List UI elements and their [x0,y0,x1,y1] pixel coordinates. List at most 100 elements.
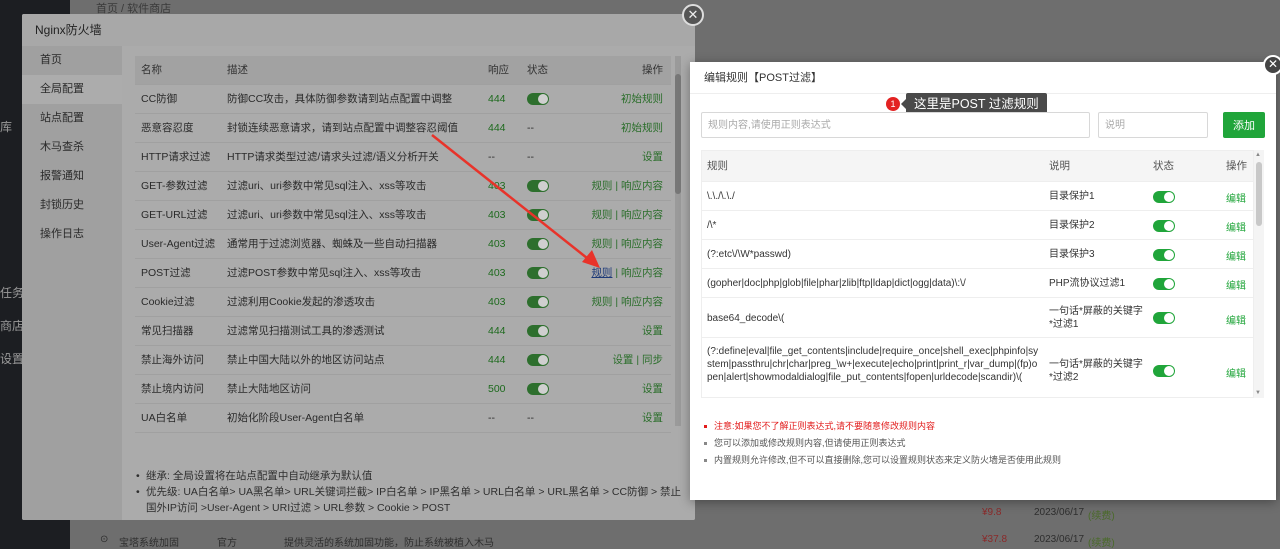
firewall-modal: Nginx防火墙 首页 全局配置 站点配置 木马查杀 报警通知 封锁历史 操作日… [22,14,695,520]
table-row: GET-参数过滤 过滤uri、uri参数中常见sql注入、xss等攻击 403 规则 … [135,172,671,201]
tab-site-config[interactable]: 站点配置 [22,104,122,133]
response-content-link[interactable]: | 响应内容 [612,267,663,279]
tab-trojan-scan[interactable]: 木马查杀 [22,133,122,162]
table-row: User-Agent过滤 通常用于过滤浏览器、蜘蛛及一些自动扫描器 403 规则 | … [135,230,671,259]
status-toggle[interactable] [527,325,549,337]
note-item: 继承: 全局设置将在站点配置中自动继承为默认值 [136,468,685,484]
rule-desc: 过滤uri、uri参数中常见sql注入、xss等攻击 [227,209,427,221]
rule-description: 目录保护2 [1049,220,1095,231]
table-row: (gopher|doc|php|glob|file|phar|zlib|ftp|… [702,268,1253,297]
rule-desc: HTTP请求类型过滤/请求头过滤/语义分析开关 [227,151,439,163]
edit-rule-close-icon[interactable]: ✕ [1263,55,1280,75]
response-code: -- [488,151,495,163]
status-toggle[interactable] [1153,248,1175,261]
tab-block-history[interactable]: 封锁历史 [22,191,122,220]
tab-home[interactable]: 首页 [22,46,122,75]
renew-link[interactable]: (续费) [1088,534,1115,549]
status-toggle[interactable] [1153,312,1175,324]
row-actions[interactable]: 规则 | 响应内容 [591,230,663,259]
row-actions[interactable]: 设置 [642,143,663,172]
status-toggle[interactable] [527,93,549,105]
response-code: 403 [488,209,506,221]
tab-alerts[interactable]: 报警通知 [22,162,122,191]
edit-link[interactable]: 编辑 [1226,190,1246,205]
table-scrollbar[interactable] [675,56,681,426]
rule-input[interactable] [701,112,1090,138]
table-row: (?:define|eval|file_get_contents|include… [702,337,1253,397]
row-actions[interactable]: 初始规则 [621,85,663,114]
rule-name: 常见扫描器 [141,325,194,337]
rule-name: User-Agent过滤 [141,238,216,250]
breadcrumb: 首页 / 软件商店 [96,3,172,15]
col-rule: 规则 [707,160,728,172]
sidebar-fragment[interactable]: 任务 [0,284,24,301]
rule-content: (?:etc\/\W*passwd) [707,249,791,260]
table-row: /\* 目录保护2 编辑 [702,210,1253,239]
row-actions[interactable]: 初始规则 [621,114,663,143]
status-toggle[interactable] [527,383,549,395]
rule-desc: 防御CC攻击，具体防御参数请到站点配置中调整 [227,93,453,105]
add-rule-button[interactable]: 添加 [1223,112,1265,138]
table-row: (?:etc\/\W*passwd) 目录保护3 编辑 [702,239,1253,268]
row-actions[interactable]: 规则 | 响应内容 [591,288,663,317]
rule-name: 禁止海外访问 [141,354,204,366]
row-actions[interactable]: 设置 [642,404,663,433]
row-actions[interactable]: 规则 | 响应内容 [591,172,663,201]
edit-link[interactable]: 编辑 [1226,365,1246,380]
table-row: \.\./\.\./ 目录保护1 编辑 [702,181,1253,210]
row-actions[interactable]: 设置 [642,375,663,404]
status-toggle[interactable] [1153,190,1175,203]
table-header: 规则 说明 状态 操作 [702,151,1253,181]
status-toggle[interactable] [527,238,549,250]
rule-name: Cookie过滤 [141,296,195,308]
table-row: 常见扫描器 过滤常见扫描测试工具的渗透测试 444 设置 [135,317,671,346]
rule-list-table: 规则 说明 状态 操作 \.\./\.\./目录保护1 编辑/\* 目录保护2 编辑(… [701,150,1254,398]
edit-link[interactable]: 编辑 [1226,248,1246,263]
edit-link[interactable]: 编辑 [1226,312,1246,327]
rule-description: 目录保护3 [1049,249,1095,260]
note-item: 内置规则允许修改,但不可以直接删除,您可以设置规则状态来定义防火墙是否使用此规则 [704,452,1061,469]
rule-description: 目录保护1 [1049,191,1095,202]
rule-name: UA白名单 [141,412,188,424]
status-toggle[interactable] [1153,219,1175,232]
rule-name: 禁止境内访问 [141,383,204,395]
table-row: 恶意容忍度 封锁连续恶意请求，请到站点配置中调整容忍阈值 444 -- 初始规则 [135,114,671,143]
renew-link[interactable]: (续费) [1088,507,1115,522]
col-name: 名称 [141,64,162,76]
tab-global-config[interactable]: 全局配置 [22,75,122,104]
list-item: ⊙ 宝塔系统加固 官方 提供灵活的系统加固功能，防止系统被植入木马 ¥37.8 … [92,530,1280,549]
status-toggle[interactable] [527,267,549,279]
rule-desc: 初始化阶段User-Agent白名单 [227,412,365,424]
edit-link[interactable]: 编辑 [1226,219,1246,234]
rule-list-scrollbar[interactable]: ▲ ▼ [1254,150,1264,398]
row-actions[interactable]: 设置 | 同步 [612,346,663,375]
status-toggle[interactable] [527,180,549,192]
edit-rule-modal: 编辑规则【POST过滤】 1 这里是POST 过滤规则 添加 规则 说明 状态 … [690,62,1276,500]
status-toggle[interactable] [1153,277,1175,290]
price: ¥9.8 [982,507,1002,518]
response-code: -- [488,412,495,424]
row-actions[interactable]: 规则 | 响应内容 [591,259,663,288]
status-toggle[interactable] [527,354,549,366]
rule-name: HTTP请求过滤 [141,151,211,163]
tab-operation-log[interactable]: 操作日志 [22,220,122,249]
status-text: -- [527,122,534,134]
col-desc: 描述 [227,64,248,76]
edit-link[interactable]: 编辑 [1226,277,1246,292]
rule-desc-input[interactable] [1098,112,1208,138]
plugin-vendor: 官方 [217,538,237,549]
rule-link[interactable]: 规则 [591,267,612,279]
firewall-close-icon[interactable]: ✕ [682,4,704,26]
rule-content: \.\./\.\./ [707,191,735,202]
sidebar-fragment[interactable]: 商店 [0,317,24,334]
rule-content: (?:define|eval|file_get_contents|include… [707,346,1039,383]
status-toggle[interactable] [527,296,549,308]
rule-desc: 通常用于过滤浏览器、蜘蛛及一些自动扫描器 [227,238,437,250]
row-actions[interactable]: 设置 [642,317,663,346]
status-toggle[interactable] [527,209,549,221]
row-actions[interactable]: 规则 | 响应内容 [591,201,663,230]
sidebar-fragment[interactable]: 库 [0,118,12,135]
status-toggle[interactable] [1153,365,1175,377]
response-code: 403 [488,238,506,250]
sidebar-fragment[interactable]: 设置 [0,350,24,367]
